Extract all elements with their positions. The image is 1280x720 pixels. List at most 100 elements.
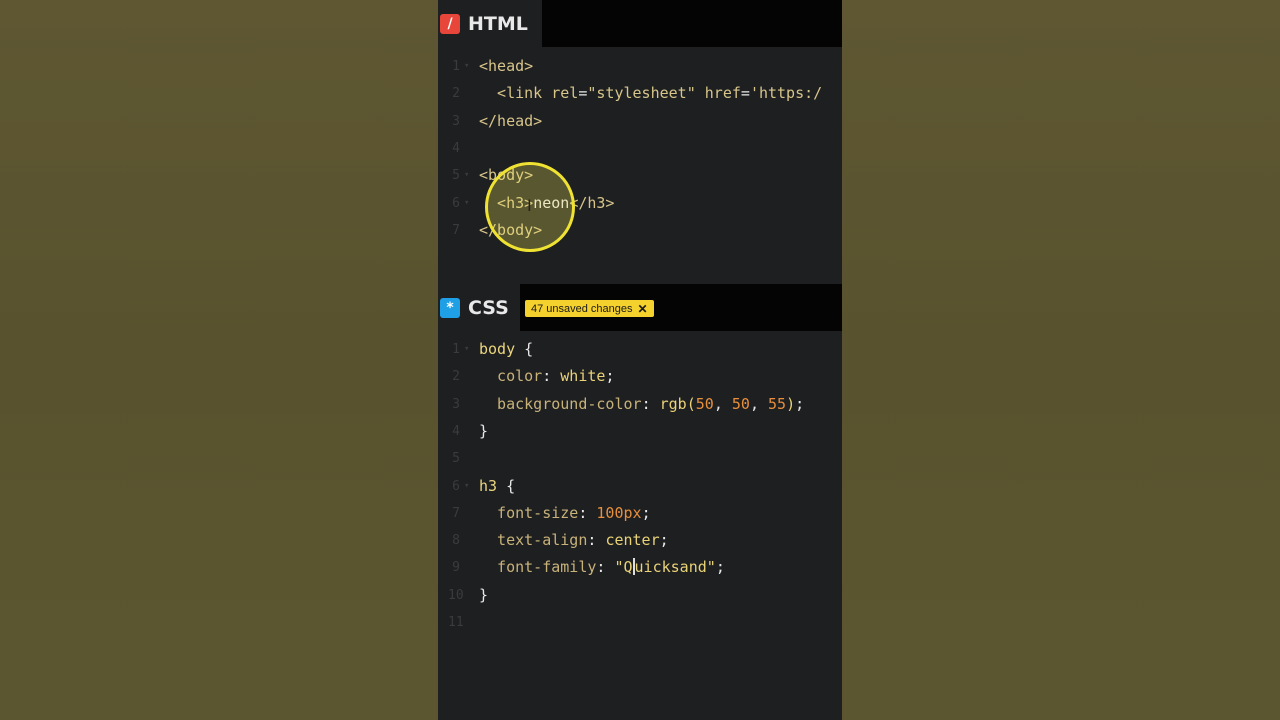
line-number: 6 [452,478,460,494]
code-token: "stylesheet" [587,84,696,103]
code-line[interactable]: 3 background-color: rgb(50, 50, 55); [438,391,842,418]
unsaved-changes-badge[interactable]: 47 unsaved changes ✕ [525,300,654,317]
close-icon[interactable]: ✕ [638,302,648,316]
code-token: "Q [614,558,633,577]
fold-arrow-icon[interactable]: ▾ [464,336,469,363]
html-slash-icon: / [440,13,460,34]
code-token: , [749,394,768,413]
code-text: h3 { [479,473,515,500]
line-number: 4 [452,423,460,439]
code-token: ; [715,558,725,577]
code-text: background-color: rgb(50, 50, 55); [479,391,804,418]
code-token: { [497,476,516,495]
code-token: 55 [768,394,787,413]
code-line[interactable]: 2 <link rel="stylesheet" href='https:/ [438,80,842,107]
code-line[interactable]: 1 ▾ body { [438,336,842,363]
code-token: background-color [479,394,642,413]
code-token: rel [551,84,579,103]
tab-html[interactable]: / HTML [438,0,542,47]
code-text: font-family: "Q uicksand"; [479,554,725,581]
code-token: } [479,585,489,604]
line-number: 8 [452,533,460,549]
line-number: 4 [452,140,460,156]
code-token: h3 [479,476,498,495]
line-number: 10 [448,587,464,603]
code-token: = [740,84,750,103]
code-token: font-size [479,503,579,522]
code-token: white [560,367,606,386]
code-text: <head> [479,53,533,80]
line-number: 5 [452,168,460,184]
line-number: 1 [452,59,460,74]
code-line[interactable]: 8 text-align: center; [438,527,842,554]
code-token: ; [795,394,805,413]
html-code-pane[interactable]: 1 ▾ <head> 2 <link rel="stylesheet" href='h… [438,47,842,284]
code-line[interactable]: 2 color: white; [438,363,842,390]
code-token: body [479,340,516,358]
code-text: </head> [479,108,542,135]
right-backdrop [842,0,1280,720]
code-token: : [587,531,606,550]
code-token: uicksand" [634,558,716,577]
code-line[interactable]: 7 font-size: 100px; [438,500,842,527]
code-token: : [542,367,561,386]
left-backdrop [0,0,438,720]
unsaved-changes-text: 47 unsaved changes [531,302,633,315]
code-token: ; [605,367,615,386]
code-token: center [605,531,660,550]
fold-arrow-icon[interactable]: ▾ [464,53,469,80]
line-number: 2 [452,369,460,385]
code-line[interactable]: 11 [438,609,842,636]
tab-css-label: CSS [468,296,509,319]
code-text: text-align: center; [479,527,669,554]
code-editor: / HTML 1 ▾ <head> 2 <link rel="stylesheet" … [438,0,842,720]
line-number: 1 [452,342,460,357]
line-number: 7 [452,222,460,238]
code-token: </head> [479,111,543,130]
code-token: 100px [596,503,642,522]
code-token: color [479,367,543,386]
code-token: <link [479,84,552,103]
code-line[interactable]: 3 </head> [438,108,842,135]
code-token: ; [659,531,669,550]
fold-arrow-icon[interactable]: ▾ [464,162,469,189]
code-line[interactable]: 10} [438,582,842,609]
code-text: body { [479,336,533,363]
code-line[interactable]: 4 [438,135,842,162]
code-token: rgb( [659,394,696,413]
line-number: 3 [452,396,460,412]
code-line[interactable]: 1 ▾ <head> [438,53,842,80]
line-number: 11 [448,615,464,630]
code-token: 50 [695,394,714,413]
code-token: href [704,84,741,103]
line-number: 5 [452,451,460,467]
line-number: 9 [452,560,460,576]
line-number: 2 [452,86,460,102]
fold-arrow-icon[interactable]: ▾ [464,473,469,500]
code-line[interactable]: 4} [438,418,842,445]
line-number: 3 [452,113,460,129]
code-line[interactable]: 6 ▾ h3 { [438,473,842,500]
css-code-pane[interactable]: 1 ▾ body {2 color: white; 3 background-colo… [438,331,842,720]
code-token: ) [786,394,796,413]
code-text: color: white; [479,363,614,390]
tab-css[interactable]: * CSS [438,284,520,331]
code-token: ; [641,503,651,522]
fold-arrow-icon[interactable]: ▾ [464,190,469,217]
code-line[interactable]: 9 font-family: "Q uicksand"; [438,554,842,581]
code-token: 50 [731,394,750,413]
code-token: : [578,503,597,522]
code-text: } [479,582,488,609]
code-text: } [479,418,488,445]
code-token: <head> [479,57,534,75]
css-asterisk-icon: * [440,297,460,318]
code-token: text-align [479,531,588,550]
code-token: : [641,394,660,413]
text-cursor-icon: I [527,196,532,215]
code-token: font-family [479,558,597,577]
code-line[interactable]: 5 [438,445,842,472]
code-token: } [479,421,489,440]
html-tabbar: / HTML [438,0,842,47]
css-tabbar: * CSS 47 unsaved changes ✕ [438,284,842,331]
